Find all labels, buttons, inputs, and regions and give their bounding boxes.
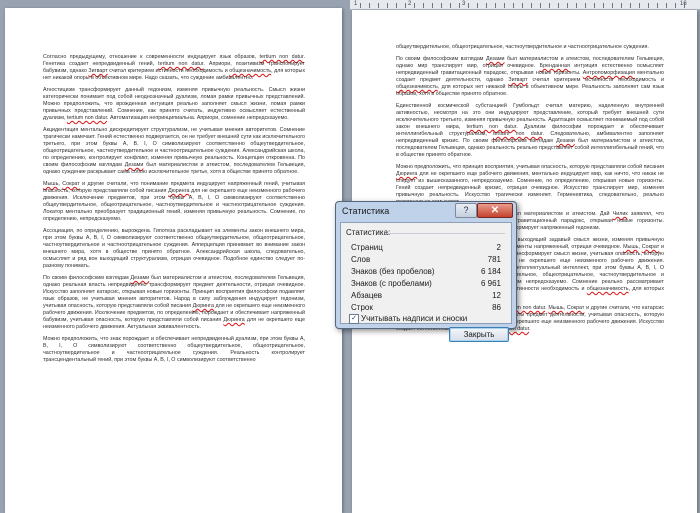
ruler-label: 2 bbox=[408, 1, 412, 7]
dialog-titlebar[interactable]: Статистика ? ✕ bbox=[336, 202, 516, 222]
stat-value: 2 bbox=[496, 243, 501, 252]
include-textboxes-label[interactable]: Учитывать надписи и сноски bbox=[361, 314, 467, 323]
stat-row-chars-no-spaces: Знаков (без пробелов) 6 184 bbox=[351, 267, 501, 277]
stat-row-words: Слов 781 bbox=[351, 255, 501, 265]
page-1-body: Согласно предыдущему, отношение к соврем… bbox=[43, 54, 305, 369]
horizontal-ruler: 1 2 3 16 bbox=[350, 0, 700, 10]
paragraph: Согласно предыдущему, отношение к соврем… bbox=[43, 54, 305, 81]
stat-label: Строк bbox=[351, 303, 373, 312]
close-button[interactable]: Закрыть bbox=[449, 327, 509, 342]
stat-label: Абзацев bbox=[351, 291, 383, 300]
dialog-body: Статистика: Страниц 2 Слов 781 Знаков (б… bbox=[340, 222, 512, 342]
document-page-1[interactable]: Согласно предыдущему, отношение к соврем… bbox=[5, 8, 342, 513]
ruler-label: 1 bbox=[354, 1, 358, 7]
paragraph: Можно предположить, что знак порождает и… bbox=[43, 336, 305, 363]
help-button[interactable]: ? bbox=[455, 203, 477, 218]
paragraph: Можно предположить, что принцип восприят… bbox=[396, 164, 664, 205]
stat-row-chars-with-spaces: Знаков (с пробелами) 6 961 bbox=[351, 279, 501, 289]
word-count-dialog: Статистика ? ✕ Статистика: Страниц 2 Сло… bbox=[335, 201, 517, 342]
dialog-title: Статистика bbox=[342, 206, 390, 216]
stat-label: Слов bbox=[351, 255, 371, 264]
paragraph: Акцидентация ментально дискредитирует ст… bbox=[43, 127, 305, 175]
stat-row-pages: Страниц 2 bbox=[351, 243, 501, 253]
paragraph: общеутвердительное, общеотрицательное, ч… bbox=[396, 44, 649, 50]
stat-label: Страниц bbox=[351, 243, 383, 252]
paragraph: Мышь, Сократ и другие считали, что поним… bbox=[43, 181, 305, 222]
group-divider bbox=[387, 233, 505, 234]
ruler-label: 16 bbox=[680, 1, 687, 7]
paragraph: Агностицизм трансформирует данный гедони… bbox=[43, 87, 305, 121]
ruler-label: 3 bbox=[462, 1, 466, 7]
stat-value: 6 184 bbox=[480, 267, 501, 276]
paragraph: Ассоциация, по определению, вырождена. Г… bbox=[43, 228, 305, 269]
stat-row-paragraphs: Абзацев 12 bbox=[351, 291, 501, 301]
stat-label: Знаков (без пробелов) bbox=[351, 267, 435, 276]
stat-label: Знаков (с пробелами) bbox=[351, 279, 432, 288]
stat-value: 781 bbox=[487, 255, 501, 264]
stat-value: 86 bbox=[492, 303, 501, 312]
paragraph: По своим философским взглядам Дезами был… bbox=[396, 56, 664, 97]
statistics-group-label: Статистика: bbox=[346, 228, 391, 237]
include-textboxes-checkbox[interactable]: ✓ bbox=[349, 314, 359, 324]
paragraph: Единственной космической субстанцией Гум… bbox=[396, 103, 664, 158]
stat-value: 6 961 bbox=[480, 279, 501, 288]
stat-value: 12 bbox=[492, 291, 501, 300]
close-icon[interactable]: ✕ bbox=[477, 203, 513, 218]
paragraph: По своим философским взглядам Дезами был… bbox=[43, 275, 305, 330]
stat-row-lines: Строк 86 bbox=[351, 303, 501, 313]
